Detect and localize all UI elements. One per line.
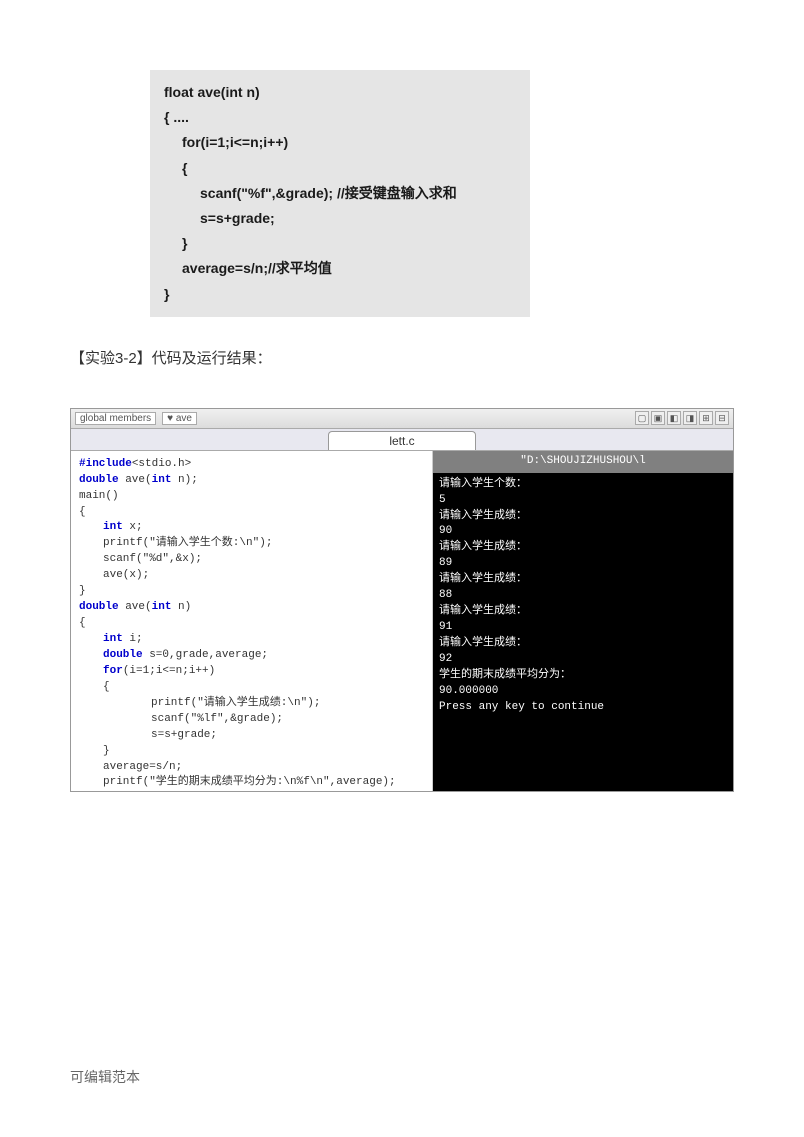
code-line: printf("学生的期末成绩平均分为:\n%f\n",average); xyxy=(79,775,424,790)
code-line: scanf("%d",&x); xyxy=(79,552,424,568)
code-token: n); xyxy=(171,474,197,486)
members-dropdown[interactable]: global members xyxy=(75,412,156,425)
code-line: ave(x); xyxy=(79,568,424,584)
code-line: } xyxy=(164,282,516,307)
code-token: (i=1;i<=n;i++) xyxy=(123,665,215,677)
code-line: average=s/n; xyxy=(79,760,424,776)
code-token: ave( xyxy=(119,601,152,613)
code-line: { xyxy=(79,616,424,632)
code-token: int xyxy=(152,601,172,613)
symbol-dropdown[interactable]: ♥ ave xyxy=(162,412,197,425)
console-line: 请输入学生成绩： xyxy=(439,540,727,556)
code-line: float ave(int n) xyxy=(164,80,516,105)
console-line: 请输入学生成绩： xyxy=(439,604,727,620)
console-line: 88 xyxy=(439,588,727,604)
console-line: 90.000000 xyxy=(439,684,727,700)
console-line: 90 xyxy=(439,524,727,540)
ide-body: #include<stdio.h> double ave(int n); mai… xyxy=(71,451,733,791)
toolbar-icon[interactable]: ◧ xyxy=(667,411,681,425)
console-line: 92 xyxy=(439,652,727,668)
code-token: int xyxy=(152,474,172,486)
code-line: } xyxy=(164,231,516,256)
console-line: 89 xyxy=(439,556,727,572)
section-heading: 【实验3-2】代码及运行结果： xyxy=(70,347,734,368)
code-line: for(i=1;i<=n;i++) xyxy=(164,130,516,155)
toolbar-icon[interactable]: ▢ xyxy=(635,411,649,425)
code-token: i; xyxy=(123,633,143,645)
code-line: { xyxy=(79,505,424,521)
code-token: double xyxy=(79,474,119,486)
document-page: float ave(int n) { .... for(i=1;i<=n;i++… xyxy=(0,0,804,792)
console-line: 91 xyxy=(439,620,727,636)
file-tab[interactable]: lett.c xyxy=(328,431,475,450)
page-footer: 可编辑范本 xyxy=(70,1067,140,1087)
code-line: { xyxy=(164,156,516,181)
console-title-bar: "D:\SHOUJIZHUSHOU\l xyxy=(433,451,733,473)
code-line: { xyxy=(79,680,424,696)
code-token: double xyxy=(103,649,143,661)
toolbar-icon-group: ▢ ▣ ◧ ◨ ⊞ ⊟ xyxy=(635,411,729,425)
ide-tab-bar: lett.c xyxy=(71,429,733,451)
code-line: main() xyxy=(79,489,424,505)
code-line: s=s+grade; xyxy=(79,728,424,744)
ide-toolbar: global members ♥ ave ▢ ▣ ◧ ◨ ⊞ ⊟ xyxy=(71,409,733,429)
code-token: double xyxy=(79,601,119,613)
code-token: for xyxy=(103,665,123,677)
output-console: "D:\SHOUJIZHUSHOU\l 请输入学生个数： 5 请输入学生成绩： … xyxy=(433,451,733,791)
code-token: #include xyxy=(79,458,132,470)
code-line: } xyxy=(79,744,424,760)
toolbar-icon[interactable]: ▣ xyxy=(651,411,665,425)
toolbar-icon[interactable]: ◨ xyxy=(683,411,697,425)
code-line: average=s/n;//求平均值 xyxy=(164,256,516,281)
code-token: int xyxy=(103,633,123,645)
code-token: s=0,grade,average; xyxy=(143,649,268,661)
code-line: scanf("%lf",&grade); xyxy=(79,712,424,728)
code-token: <stdio.h> xyxy=(132,458,191,470)
code-token: int xyxy=(103,521,123,533)
toolbar-icon[interactable]: ⊟ xyxy=(715,411,729,425)
ide-window: global members ♥ ave ▢ ▣ ◧ ◨ ⊞ ⊟ lett.c … xyxy=(70,408,734,792)
code-line: printf("请输入学生成绩:\n"); xyxy=(79,696,424,712)
code-line: scanf("%f",&grade); //接受键盘输入求和 xyxy=(164,181,516,206)
console-line: 学生的期末成绩平均分为： xyxy=(439,668,727,684)
code-line: } xyxy=(79,584,424,600)
console-line: 请输入学生个数： xyxy=(439,477,727,493)
console-line: Press any key to continue xyxy=(439,700,727,716)
console-line: 请输入学生成绩： xyxy=(439,636,727,652)
console-line: 5 xyxy=(439,493,727,509)
code-line: { .... xyxy=(164,105,516,130)
code-line: printf("请输入学生个数:\n"); xyxy=(79,536,424,552)
sample-code-block: float ave(int n) { .... for(i=1;i<=n;i++… xyxy=(150,70,530,317)
code-token: n) xyxy=(171,601,191,613)
code-token: ave( xyxy=(119,474,152,486)
console-body: 请输入学生个数： 5 请输入学生成绩： 90 请输入学生成绩： 89 请输入学生… xyxy=(433,473,733,720)
code-editor[interactable]: #include<stdio.h> double ave(int n); mai… xyxy=(71,451,433,791)
toolbar-icon[interactable]: ⊞ xyxy=(699,411,713,425)
console-line: 请输入学生成绩： xyxy=(439,509,727,525)
console-line: 请输入学生成绩： xyxy=(439,572,727,588)
code-line: s=s+grade; xyxy=(164,206,516,231)
code-token: x; xyxy=(123,521,143,533)
